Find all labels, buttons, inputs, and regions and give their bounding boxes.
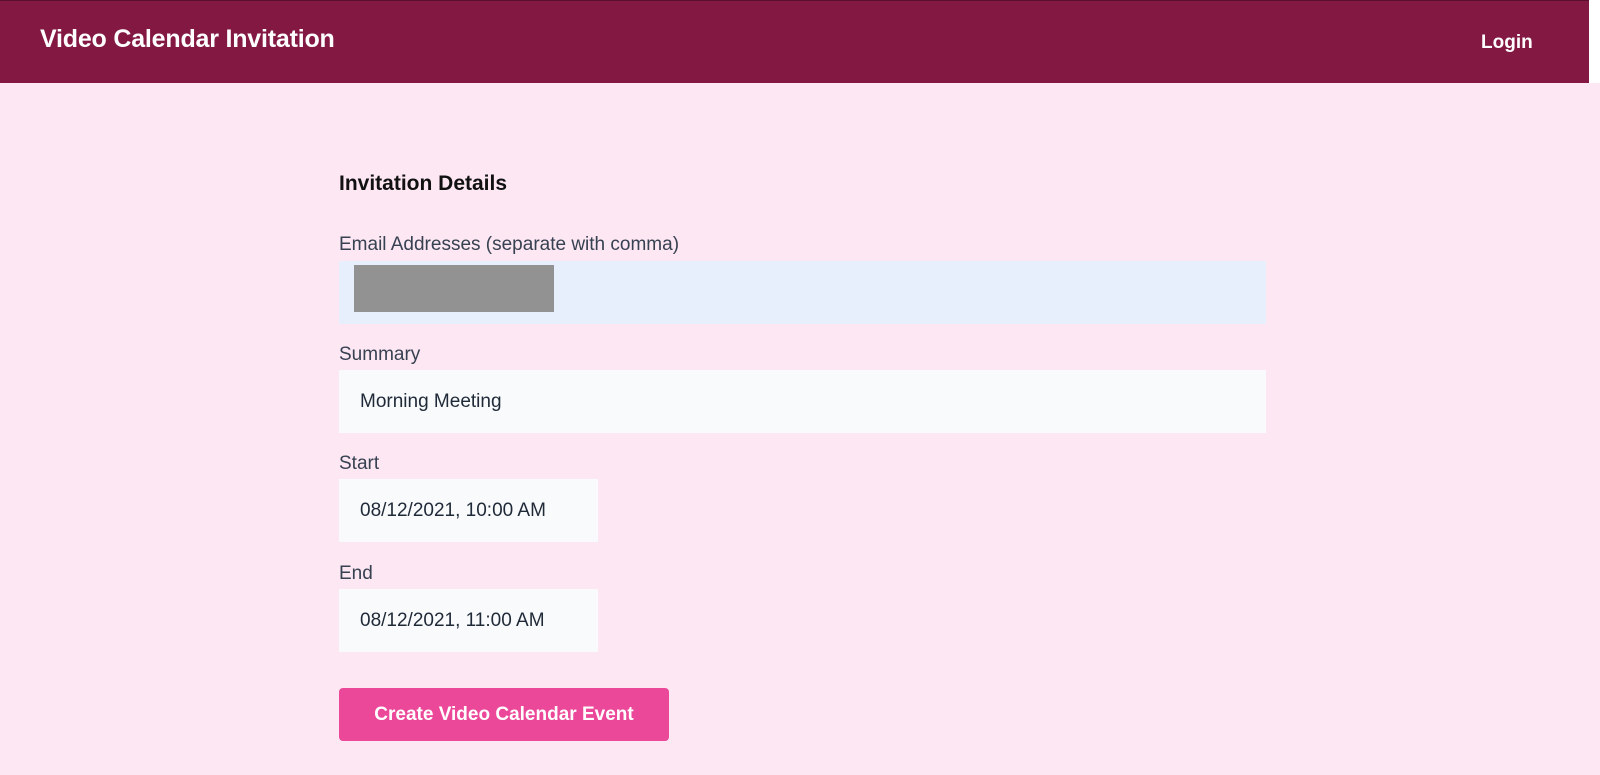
end-datetime-input[interactable]	[339, 589, 598, 652]
end-label: End	[339, 563, 373, 584]
start-label: Start	[339, 453, 380, 474]
email-field-wrapper	[339, 261, 1266, 324]
app-title: Video Calendar Invitation	[40, 25, 335, 53]
start-datetime-input[interactable]	[339, 479, 598, 542]
section-title: Invitation Details	[339, 172, 508, 195]
email-addresses-label: Email Addresses (separate with comma)	[339, 234, 680, 255]
login-link[interactable]: Login	[1481, 32, 1533, 54]
top-navbar: Video Calendar Invitation Login	[0, 0, 1589, 83]
summary-input[interactable]	[339, 370, 1266, 433]
redacted-email-block	[354, 265, 554, 312]
window-edge	[1589, 0, 1600, 83]
create-video-calendar-event-button[interactable]: Create Video Calendar Event	[339, 688, 669, 741]
summary-label: Summary	[339, 344, 421, 365]
